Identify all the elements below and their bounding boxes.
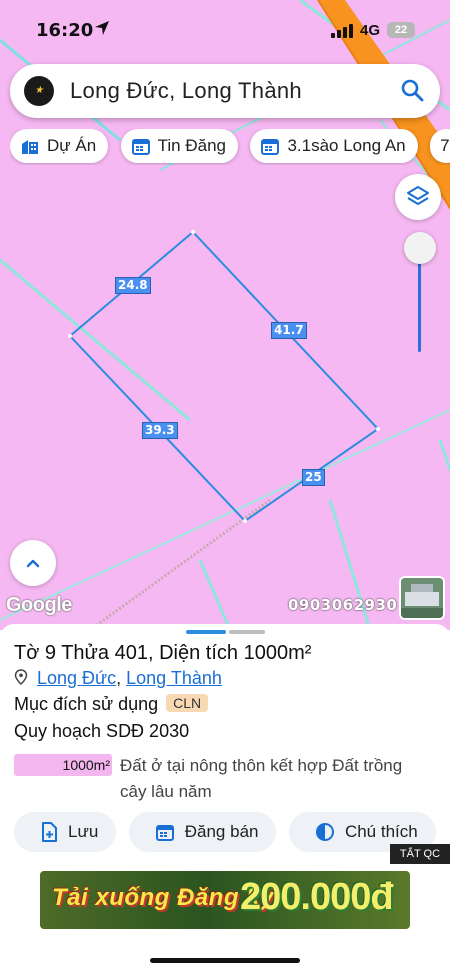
layers-button[interactable] [395, 174, 441, 220]
ad-banner-area: TẮT QC Tải xuống Đăng ký 200.000đ [0, 844, 450, 954]
parcel-edge-label: 25 [302, 469, 325, 486]
purpose-label: Mục đích sử dụng [14, 694, 159, 714]
parcel-edge-label: 39.3 [142, 422, 178, 439]
chip-label: 3.1sào Long An [287, 136, 406, 155]
parcel-info-sheet[interactable]: Tờ 9 Thửa 401, Diện tích 1000m² Long Đức… [0, 624, 450, 864]
contrast-icon [315, 823, 334, 841]
network-type: 4G [360, 22, 381, 39]
ad-text-right: 200.000đ [240, 876, 394, 918]
purpose-code-badge: CLN [166, 694, 209, 712]
post-for-sale-button[interactable]: Đăng bán [128, 812, 277, 852]
app-logo-icon: ★ [24, 76, 54, 106]
close-ad-button[interactable]: TẮT QC [390, 844, 450, 864]
land-use-row: Mục đích sử dụng CLN [14, 694, 209, 715]
building-icon [22, 140, 38, 154]
plan-area-badge: 1000m² [14, 754, 112, 776]
search-bar[interactable]: ★ Long Đức, Long Thành [10, 64, 440, 118]
plan-description: Đất ở tại nông thôn kết hợp Đất trồng câ… [120, 756, 403, 801]
page-indicator-active[interactable] [186, 630, 226, 634]
parcel-address: Long Đức, Long Thành [14, 668, 222, 689]
calendar-icon [261, 139, 280, 155]
chip-du-an[interactable]: Dự Án [10, 129, 109, 163]
parcel-title: Tờ 9 Thửa 401, Diện tích 1000m² [14, 642, 312, 664]
ad-banner[interactable]: Tải xuống Đăng ký 200.000đ [40, 871, 410, 929]
layers-icon [407, 186, 429, 205]
chip-tin-dang[interactable]: Tin Đăng [120, 129, 238, 163]
parcel-edge-label: 41.7 [271, 322, 307, 339]
chip-label: Dự Án [47, 136, 97, 155]
action-buttons: Lưu Đăng bán Chú thích [14, 812, 450, 852]
satellite-thumbnail[interactable] [399, 576, 445, 620]
save-label: Lưu [68, 822, 99, 841]
district-link[interactable]: Long Thành [126, 668, 222, 688]
chip-more[interactable]: 7 [430, 129, 450, 163]
address-separator: , [116, 668, 122, 688]
chip-saved-area[interactable]: 3.1sào Long An [250, 129, 418, 163]
expand-up-button[interactable] [10, 540, 56, 586]
calendar-icon [131, 139, 150, 155]
chip-label: 7 [440, 136, 450, 155]
save-button[interactable]: Lưu [14, 812, 117, 852]
parcel-edge-label: 24.8 [115, 277, 151, 294]
google-attribution: Google [6, 594, 72, 616]
signal-icon [331, 24, 353, 43]
search-input[interactable]: Long Đức, Long Thành [70, 78, 302, 104]
post-for-sale-label: Đăng bán [184, 822, 259, 841]
battery-icon: 22 [387, 22, 415, 38]
location-pin-icon [14, 669, 28, 686]
search-icon[interactable] [400, 78, 426, 109]
contact-phone[interactable]: 0903062930 [288, 596, 397, 614]
opacity-slider-handle[interactable] [404, 232, 436, 264]
status-bar: 16:20 4G 22 [0, 14, 450, 48]
legend-label: Chú thích [344, 822, 418, 841]
map-view[interactable]: 24.8 41.7 39.3 25 16:20 4G 22 ★ Long Đức… [0, 0, 450, 630]
ward-link[interactable]: Long Đức [37, 668, 116, 688]
chevron-up-icon [26, 559, 40, 568]
location-arrow-icon [94, 20, 110, 41]
page-indicator[interactable] [229, 630, 265, 634]
add-file-icon [42, 822, 57, 842]
calendar-icon [155, 825, 174, 841]
status-time: 16:20 [36, 20, 94, 41]
chip-label: Tin Đăng [157, 136, 226, 155]
filter-chips: Dự Án Tin Đăng 3.1sào Long An 7 [10, 129, 450, 165]
plan-label: Quy hoạch SDĐ 2030 [14, 721, 190, 741]
home-indicator[interactable] [150, 958, 300, 963]
